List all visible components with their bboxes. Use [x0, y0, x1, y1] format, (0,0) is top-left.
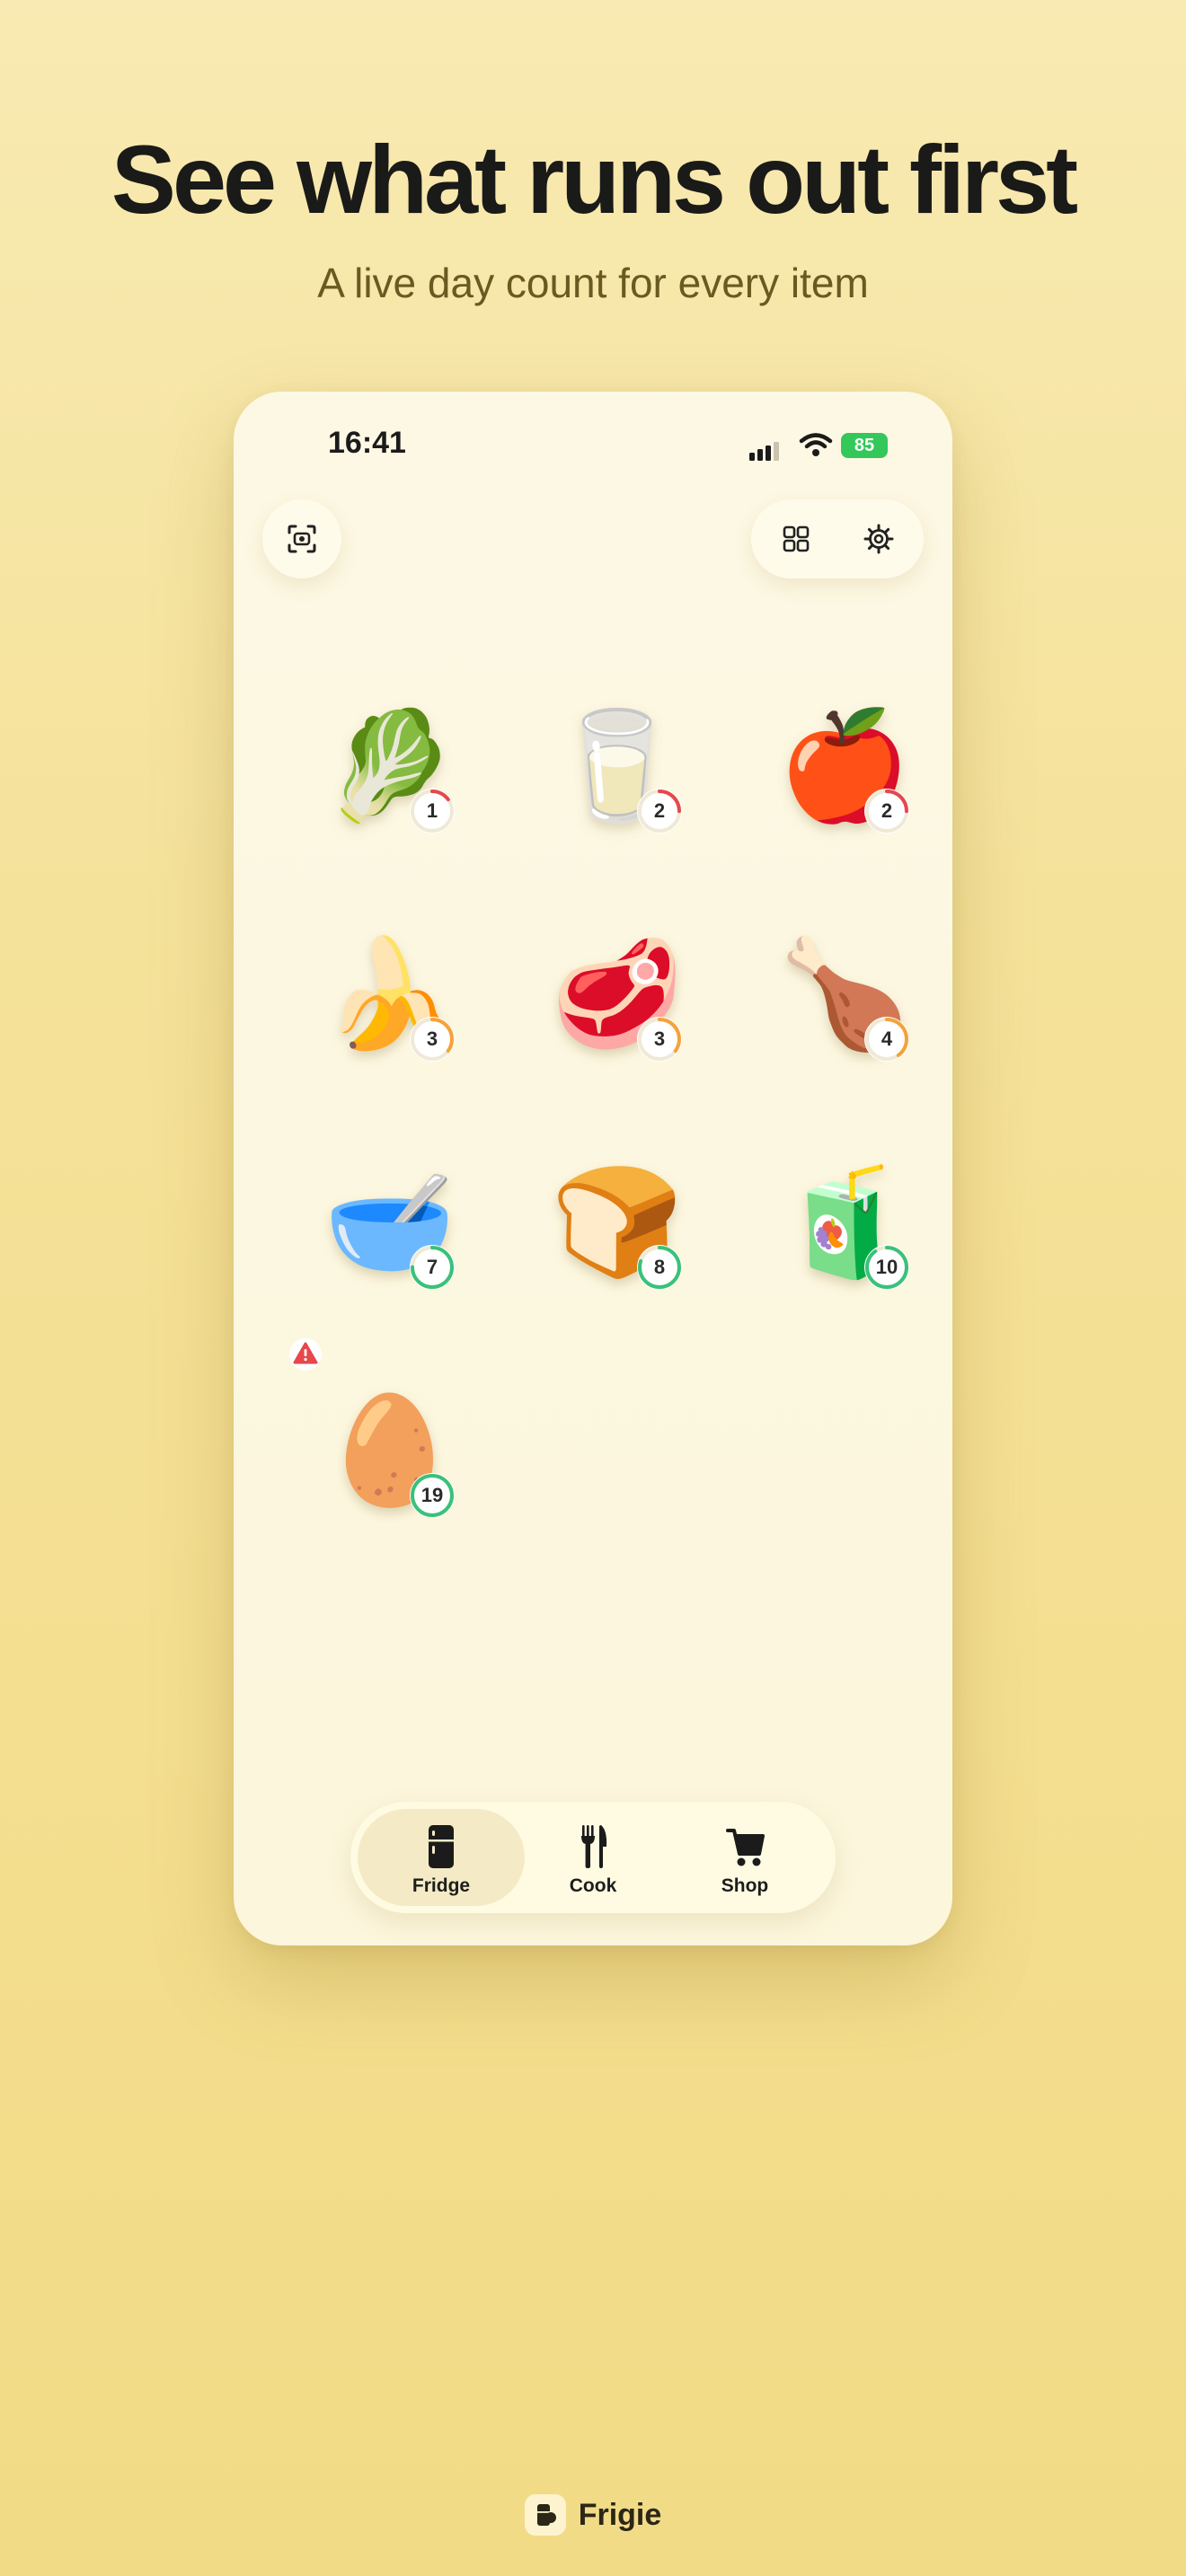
battery-indicator: 85	[841, 433, 888, 458]
days-left-count: 1	[426, 799, 438, 822]
status-time: 16:41	[328, 426, 406, 460]
tab-label: Fridge	[412, 1875, 471, 1896]
subtitle: A live day count for every item	[317, 260, 869, 306]
fridge-item[interactable]: 🥣 7	[305, 1150, 467, 1311]
cart-icon	[726, 1829, 765, 1866]
days-left-count: 4	[881, 1028, 893, 1050]
warning-icon[interactable]	[288, 1338, 323, 1371]
fridge-item[interactable]: 🍞 8	[533, 1150, 695, 1311]
fridge-item[interactable]: 🥩 3	[533, 922, 695, 1083]
tab-label: Cook	[569, 1875, 617, 1896]
view-settings-group	[751, 499, 924, 578]
brand-name: Frigie	[578, 2497, 662, 2532]
days-left-badge: 1	[408, 787, 456, 835]
settings-button[interactable]	[859, 519, 898, 559]
days-left-badge: 19	[408, 1471, 456, 1520]
days-left-badge: 4	[863, 1015, 911, 1063]
days-left-count: 3	[653, 1028, 666, 1050]
days-left-badge: 10	[863, 1243, 911, 1292]
days-left-count: 2	[881, 799, 893, 822]
fridge-item[interactable]: 🧃 10	[760, 1150, 922, 1311]
gear-icon	[863, 524, 894, 554]
fork-knife-icon	[581, 1825, 607, 1868]
days-left-badge: 2	[863, 787, 911, 835]
days-left-badge: 3	[408, 1015, 456, 1063]
days-left-badge: 3	[635, 1015, 684, 1063]
cellular-signal-icon	[749, 442, 779, 461]
tab-label: Shop	[721, 1875, 769, 1896]
days-left-count: 19	[420, 1484, 444, 1506]
wifi-icon	[799, 433, 833, 456]
fridge-item[interactable]: 🍎 2	[760, 693, 922, 855]
fridge-item[interactable]: 🥚 19	[289, 1338, 467, 1539]
tab-bar: Fridge Cook Shop	[350, 1802, 836, 1913]
fridge-item[interactable]: 🥬 1	[305, 693, 467, 855]
days-left-badge: 2	[635, 787, 684, 835]
headline: See what runs out first	[111, 125, 1078, 234]
tab-shop[interactable]: Shop	[661, 1809, 828, 1906]
days-left-count: 10	[875, 1256, 898, 1278]
fridge-item[interactable]: 🥛 2	[533, 693, 695, 855]
fridge-icon	[429, 1825, 454, 1868]
grid-button[interactable]	[776, 519, 816, 559]
tab-fridge[interactable]: Fridge	[358, 1809, 525, 1906]
grid-icon	[783, 525, 810, 552]
fridge-item[interactable]: 🍌 3	[305, 922, 467, 1083]
scan-icon	[288, 525, 316, 553]
fridge-logo-icon	[524, 2494, 566, 2536]
fridge-item[interactable]: 🍗 4	[760, 922, 922, 1083]
days-left-badge: 8	[635, 1243, 684, 1292]
tab-cook[interactable]: Cook	[509, 1809, 677, 1906]
days-left-count: 2	[653, 799, 666, 822]
days-left-count: 7	[426, 1256, 438, 1278]
days-left-count: 8	[653, 1256, 666, 1278]
days-left-badge: 7	[408, 1243, 456, 1292]
scan-button[interactable]	[262, 499, 341, 578]
days-left-count: 3	[426, 1028, 438, 1050]
footer-brand: Frigie	[0, 2488, 1186, 2542]
phone-screen: 16:41 85 🥬 1 🥛 2 🍎 2 🍌 3 🥩 3 🍗 4 🥣 7 🍞 8…	[234, 392, 952, 1945]
